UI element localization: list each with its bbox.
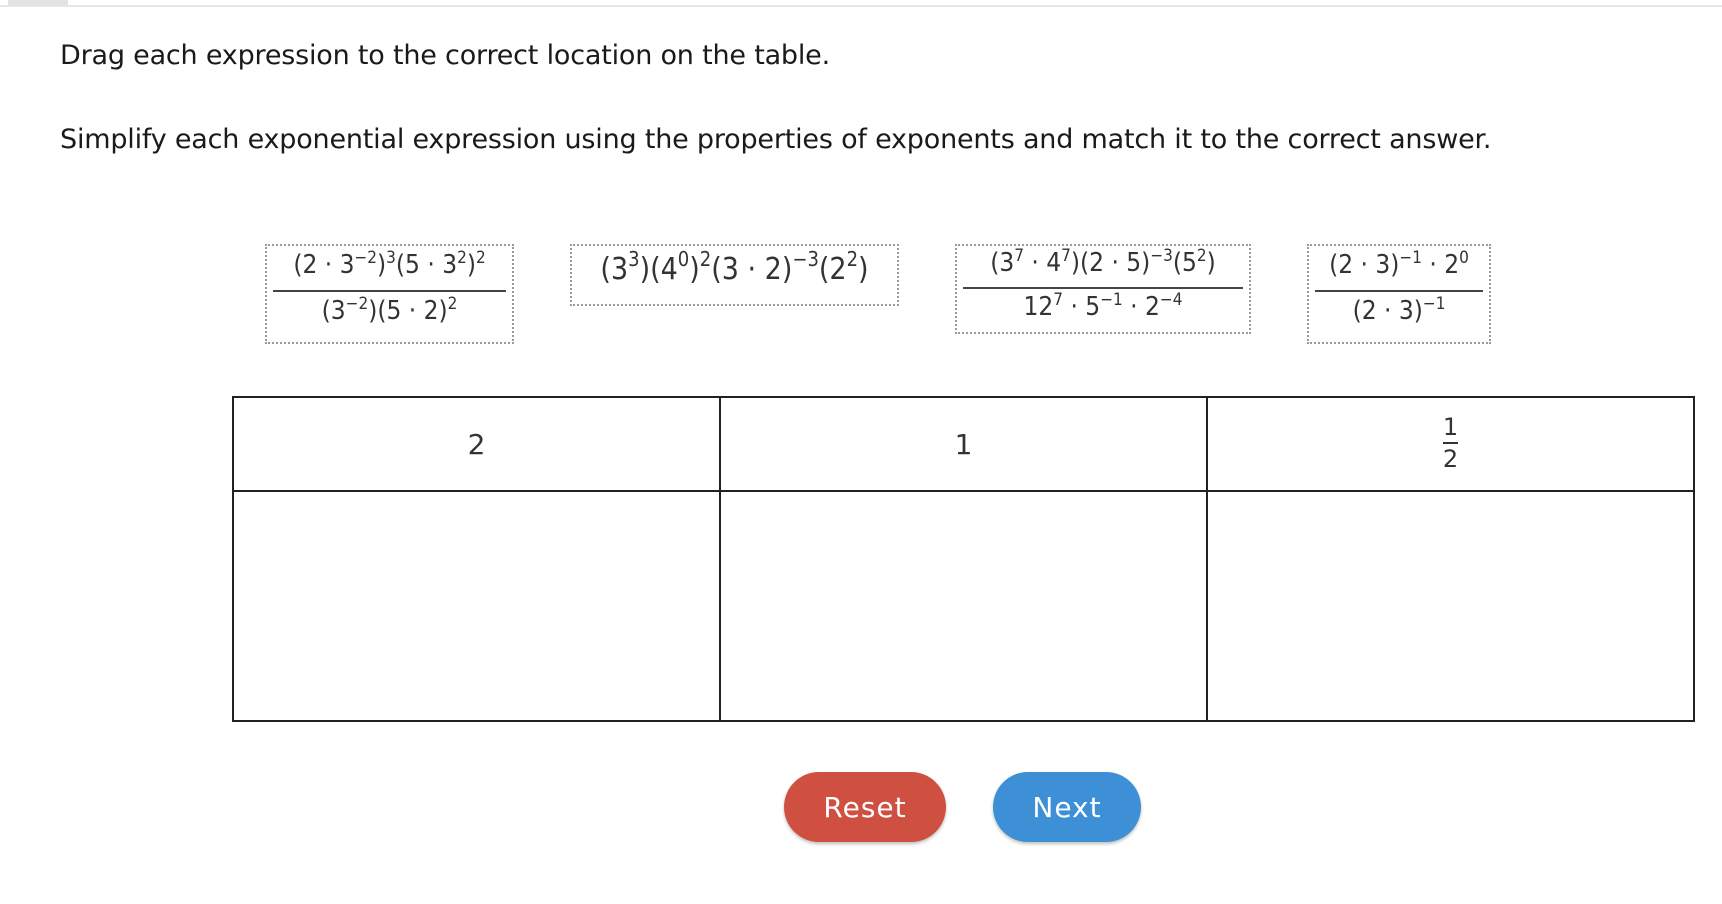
expression-2-text: (33)(40)2(3 · 2)−3(22) — [600, 247, 869, 287]
one-half-denominator: 2 — [1442, 445, 1459, 473]
drop-zone-one-half[interactable] — [1206, 490, 1695, 722]
instruction-drag: Drag each expression to the correct loca… — [60, 40, 830, 71]
answer-table: 2 1 1 2 — [232, 396, 1695, 722]
fraction-bar — [963, 287, 1243, 289]
reset-button[interactable]: Reset — [784, 772, 946, 842]
expression-1-denominator: (3−2)(5 · 2)2 — [321, 294, 458, 327]
fraction-bar — [1315, 290, 1483, 292]
header-cell-one-half: 1 2 — [1206, 396, 1695, 492]
expression-1-fraction: (2 · 3−2)3(5 · 32)2 (3−2)(5 · 2)2 — [267, 246, 512, 342]
expression-3-numerator: (37 · 47)(2 · 5)−3(52) — [990, 246, 1216, 279]
drop-zone-1[interactable] — [719, 490, 1208, 722]
expression-tile-1[interactable]: (2 · 3−2)3(5 · 32)2 (3−2)(5 · 2)2 — [265, 244, 514, 344]
expression-3-fraction: (37 · 47)(2 · 5)−3(52) 127 · 5−1 · 2−4 — [957, 246, 1249, 332]
table-header-row: 2 1 1 2 — [232, 396, 1695, 492]
instruction-simplify: Simplify each exponential expression usi… — [60, 124, 1492, 155]
expression-tile-4[interactable]: (2 · 3)−1 · 20 (2 · 3)−1 — [1307, 244, 1491, 344]
fraction-bar — [1442, 442, 1459, 444]
table-drop-row — [232, 490, 1695, 722]
one-half-fraction: 1 2 — [1442, 413, 1459, 473]
fraction-bar — [273, 290, 506, 292]
header-cell-1: 1 — [719, 396, 1208, 492]
top-border — [0, 0, 1722, 7]
expression-tile-2[interactable]: (33)(40)2(3 · 2)−3(22) — [570, 244, 899, 306]
one-half-numerator: 1 — [1442, 413, 1459, 441]
expression-tile-3[interactable]: (37 · 47)(2 · 5)−3(52) 127 · 5−1 · 2−4 — [955, 244, 1251, 334]
top-tab-indicator — [8, 0, 68, 5]
next-button[interactable]: Next — [993, 772, 1141, 842]
expression-4-denominator: (2 · 3)−1 — [1352, 294, 1446, 327]
expression-4-numerator: (2 · 3)−1 · 20 — [1329, 248, 1469, 281]
expression-3-denominator: 127 · 5−1 · 2−4 — [1023, 290, 1183, 323]
drop-zone-2[interactable] — [232, 490, 721, 722]
header-cell-2: 2 — [232, 396, 721, 492]
expression-4-fraction: (2 · 3)−1 · 20 (2 · 3)−1 — [1309, 246, 1489, 342]
expression-1-numerator: (2 · 3−2)3(5 · 32)2 — [293, 248, 486, 281]
